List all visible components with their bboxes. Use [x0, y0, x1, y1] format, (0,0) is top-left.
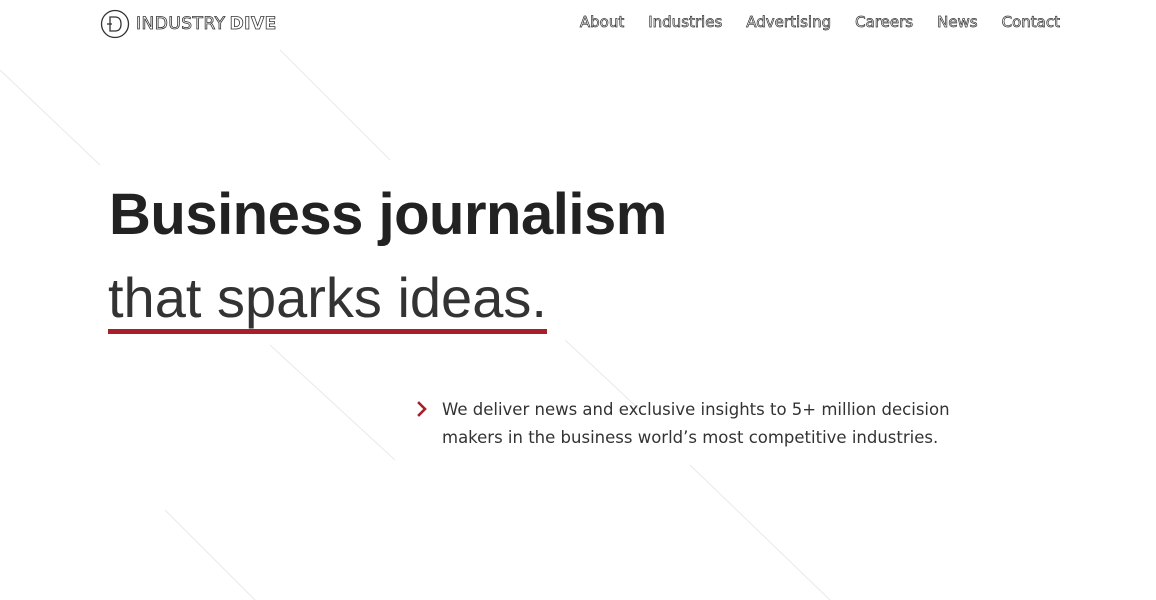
logo-wordmark-bold: DIVE: [229, 14, 277, 35]
hero-title: Business journalism: [109, 182, 667, 247]
intro-text: We deliver news and exclusive insights t…: [442, 396, 950, 452]
intro-line-2: makers in the business world’s most comp…: [442, 428, 939, 447]
nav-item-about[interactable]: About: [580, 13, 625, 32]
chevron-right-icon: [417, 401, 427, 417]
nav-item-contact[interactable]: Contact: [1001, 13, 1060, 32]
site-header: INDUSTRY DIVE About Industries Advertisin…: [0, 0, 1156, 48]
hero-subtitle-underlined: that sparks ideas.: [108, 267, 547, 334]
intro-block: We deliver news and exclusive insights t…: [416, 396, 976, 452]
nav-item-careers[interactable]: Careers: [855, 13, 914, 32]
logo-wordmark: INDUSTRY DIVE: [136, 14, 277, 35]
logo-wordmark-light: INDUSTRY: [136, 14, 226, 35]
site-logo[interactable]: INDUSTRY DIVE: [100, 8, 277, 40]
page: INDUSTRY DIVE About Industries Advertisin…: [0, 0, 1156, 600]
intro-line-1: We deliver news and exclusive insights t…: [442, 400, 950, 419]
main-nav: About Industries Advertising Careers New…: [580, 13, 1061, 32]
industry-dive-logo-icon: [100, 9, 130, 39]
nav-item-industries[interactable]: Industries: [648, 13, 723, 32]
nav-item-news[interactable]: News: [937, 13, 978, 32]
nav-item-advertising[interactable]: Advertising: [746, 13, 832, 32]
hero-subtitle: that sparks ideas.: [108, 262, 547, 334]
